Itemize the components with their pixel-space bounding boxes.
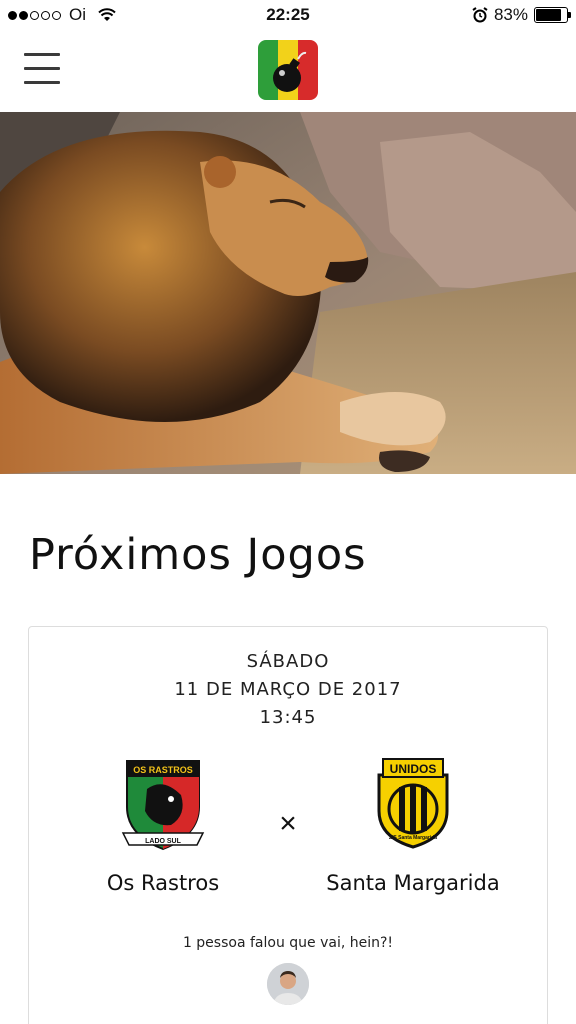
bomb-icon — [273, 51, 307, 92]
status-right: 83% — [472, 5, 571, 25]
hamburger-icon-line — [24, 53, 60, 56]
hero-image — [0, 112, 576, 474]
battery-icon — [534, 7, 571, 23]
user-photo-icon — [267, 963, 309, 1005]
away-crest-sublabel: Z/S Santa Margarida — [389, 835, 437, 841]
battery-percent: 83% — [493, 5, 528, 24]
match-day: SÁBADO — [246, 651, 330, 672]
match-time: 13:45 — [259, 707, 317, 728]
alarm-icon — [472, 7, 488, 23]
page-title: Próximos Jogos — [29, 530, 367, 580]
status-bar: Oi 22:25 83% — [0, 0, 576, 30]
away-team-crest: UNIDOS Z/S Santa Margarida — [377, 758, 449, 849]
away-crest-label: UNIDOS — [390, 762, 437, 776]
home-crest-label: OS RASTROS — [133, 765, 193, 775]
menu-button[interactable] — [24, 53, 62, 87]
lion-photo — [0, 112, 576, 474]
away-team-name: Santa Margarida — [326, 871, 500, 895]
avatar[interactable] — [267, 963, 309, 1005]
app-logo[interactable] — [258, 40, 318, 100]
hamburger-icon-line — [24, 67, 60, 70]
app-header — [0, 30, 576, 112]
home-team-name: Os Rastros — [106, 871, 220, 895]
match-card[interactable]: SÁBADO 11 DE MARÇO DE 2017 13:45 OS RAST… — [28, 626, 548, 1024]
away-team[interactable]: UNIDOS Z/S Santa Margarida Santa Margari… — [303, 755, 523, 895]
match-date: 11 DE MARÇO DE 2017 — [174, 679, 402, 700]
hamburger-icon-line — [24, 81, 60, 84]
attendance-text: 1 pessoa falou que vai, hein?! — [182, 935, 394, 951]
